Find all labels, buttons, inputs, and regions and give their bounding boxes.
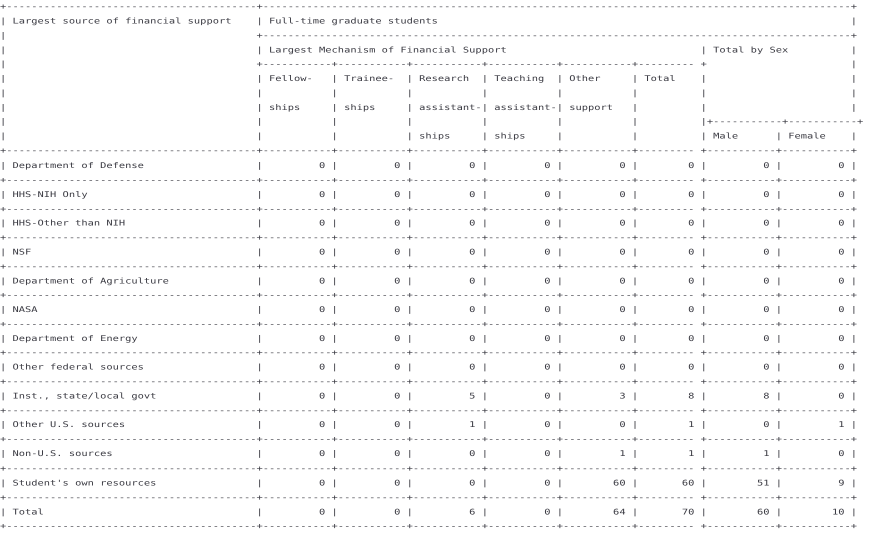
ascii-table-container: +---------------------------------------… — [0, 0, 896, 534]
financial-support-ascii-table: +---------------------------------------… — [0, 2, 864, 531]
